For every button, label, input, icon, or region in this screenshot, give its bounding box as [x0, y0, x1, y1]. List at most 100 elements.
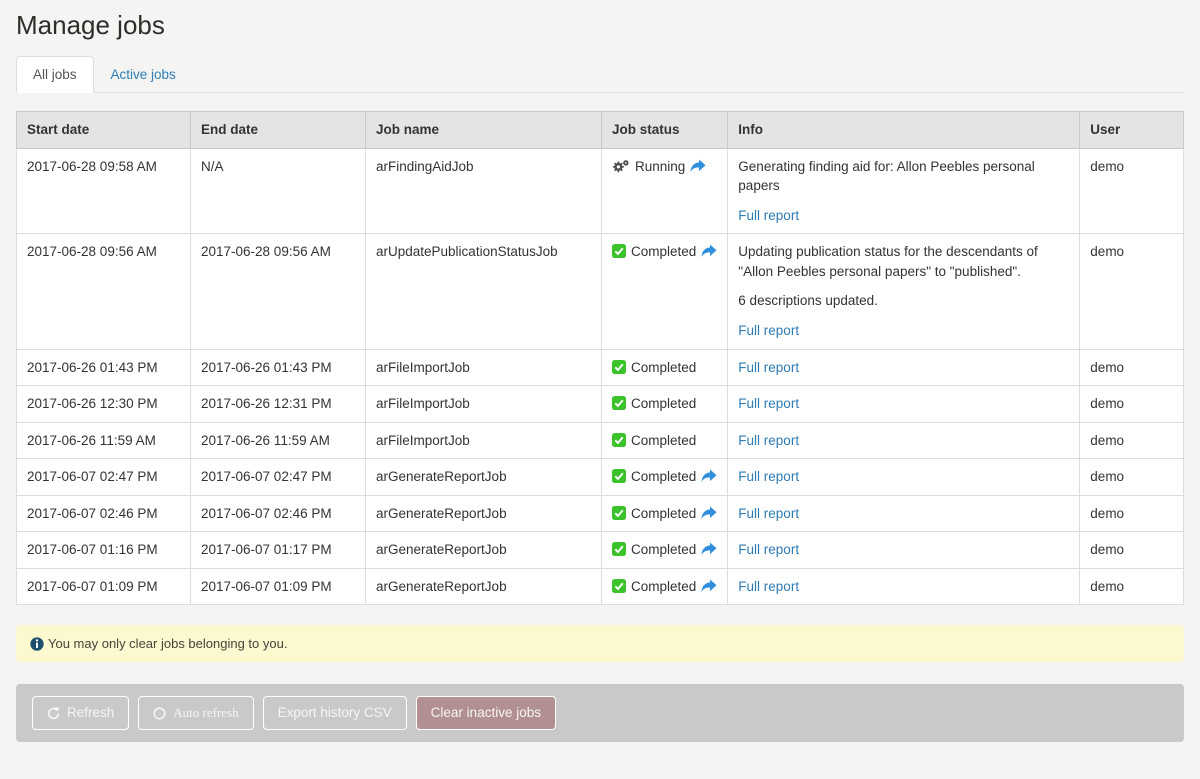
page-title: Manage jobs: [16, 10, 1184, 41]
full-report-link[interactable]: Full report: [738, 206, 799, 226]
table-row: 2017-06-07 02:46 PM2017-06-07 02:46 PMar…: [17, 495, 1184, 532]
cell-job-name: arUpdatePublicationStatusJob: [366, 234, 602, 349]
column-header-end-date: End date: [191, 112, 366, 149]
check-square-icon: [612, 579, 626, 594]
cell-end-date: N/A: [191, 148, 366, 234]
cell-job-name: arGenerateReportJob: [366, 495, 602, 532]
cell-job-status: Running: [602, 148, 728, 234]
column-header-job-name: Job name: [366, 112, 602, 149]
auto-refresh-button-label: Auto refresh: [173, 705, 238, 721]
cell-start-date: 2017-06-26 11:59 AM: [17, 422, 191, 459]
alert-text: You may only clear jobs belonging to you…: [48, 636, 287, 651]
full-report-link[interactable]: Full report: [738, 540, 799, 560]
job-detail-arrow-link[interactable]: [701, 469, 717, 484]
full-report-link[interactable]: Full report: [738, 358, 799, 378]
cell-job-name: arGenerateReportJob: [366, 568, 602, 605]
cell-job-status: Completed: [602, 568, 728, 605]
alert-banner: You may only clear jobs belonging to you…: [16, 625, 1184, 662]
job-detail-arrow-link[interactable]: [701, 506, 717, 521]
refresh-button-label: Refresh: [67, 705, 114, 721]
tab-active-jobs[interactable]: Active jobs: [94, 56, 193, 93]
cell-job-name: arGenerateReportJob: [366, 532, 602, 569]
jobs-table: Start date End date Job name Job status …: [16, 111, 1184, 605]
cell-job-name: arFindingAidJob: [366, 148, 602, 234]
cell-start-date: 2017-06-07 01:09 PM: [17, 568, 191, 605]
cell-info: Full report: [728, 568, 1080, 605]
cell-start-date: 2017-06-26 12:30 PM: [17, 386, 191, 423]
job-detail-arrow-link[interactable]: [690, 159, 706, 174]
check-square-icon: [612, 469, 626, 484]
export-history-csv-label: Export history CSV: [278, 705, 392, 721]
cell-job-name: arFileImportJob: [366, 422, 602, 459]
share-arrow-icon: [701, 244, 717, 259]
cogs-icon: [612, 159, 630, 174]
cell-job-status: Completed: [602, 234, 728, 349]
cell-info: Full report: [728, 459, 1080, 496]
cell-user: demo: [1080, 422, 1184, 459]
cell-info: Full report: [728, 422, 1080, 459]
share-arrow-icon: [701, 469, 717, 484]
cell-user: demo: [1080, 386, 1184, 423]
info-circle-icon: [30, 636, 48, 651]
cell-start-date: 2017-06-26 01:43 PM: [17, 349, 191, 386]
full-report-link[interactable]: Full report: [738, 394, 799, 414]
column-header-user: User: [1080, 112, 1184, 149]
table-row: 2017-06-07 02:47 PM2017-06-07 02:47 PMar…: [17, 459, 1184, 496]
table-header-row: Start date End date Job name Job status …: [17, 112, 1184, 149]
check-square-icon: [612, 433, 626, 448]
cell-end-date: 2017-06-28 09:56 AM: [191, 234, 366, 349]
cell-end-date: 2017-06-26 01:43 PM: [191, 349, 366, 386]
auto-refresh-button[interactable]: Auto refresh: [138, 696, 253, 730]
job-info-text: Generating finding aid for: Allon Peeble…: [738, 157, 1069, 196]
tab-bar: All jobs Active jobs: [16, 56, 1184, 93]
clear-inactive-jobs-button[interactable]: Clear inactive jobs: [416, 696, 556, 730]
job-detail-arrow-link[interactable]: [701, 244, 717, 259]
job-status-label: Completed: [631, 396, 696, 411]
full-report-link[interactable]: Full report: [738, 321, 799, 341]
job-status-label: Completed: [631, 542, 696, 557]
share-arrow-icon: [701, 579, 717, 594]
job-info-text: Updating publication status for the desc…: [738, 242, 1069, 281]
job-status-label: Running: [635, 159, 685, 174]
cell-info: Generating finding aid for: Allon Peeble…: [728, 148, 1080, 234]
table-row: 2017-06-26 11:59 AM2017-06-26 11:59 AMar…: [17, 422, 1184, 459]
job-status-label: Completed: [631, 469, 696, 484]
full-report-link[interactable]: Full report: [738, 504, 799, 524]
job-detail-arrow-link[interactable]: [701, 579, 717, 594]
job-detail-arrow-link[interactable]: [701, 542, 717, 557]
job-status-label: Completed: [631, 244, 696, 259]
check-square-icon: [612, 360, 626, 375]
cell-start-date: 2017-06-07 02:47 PM: [17, 459, 191, 496]
share-arrow-icon: [690, 159, 706, 174]
job-status-label: Completed: [631, 433, 696, 448]
table-row: 2017-06-07 01:09 PM2017-06-07 01:09 PMar…: [17, 568, 1184, 605]
share-arrow-icon: [701, 506, 717, 521]
cell-job-name: arFileImportJob: [366, 386, 602, 423]
full-report-link[interactable]: Full report: [738, 431, 799, 451]
table-row: 2017-06-28 09:56 AM2017-06-28 09:56 AMar…: [17, 234, 1184, 349]
cell-end-date: 2017-06-26 12:31 PM: [191, 386, 366, 423]
jobs-table-body: 2017-06-28 09:58 AMN/AarFindingAidJobRun…: [17, 148, 1184, 605]
cell-user: demo: [1080, 568, 1184, 605]
export-history-csv-button[interactable]: Export history CSV: [263, 696, 407, 730]
check-square-icon: [612, 506, 626, 521]
cell-end-date: 2017-06-07 02:47 PM: [191, 459, 366, 496]
column-header-info: Info: [728, 112, 1080, 149]
full-report-link[interactable]: Full report: [738, 577, 799, 597]
cell-end-date: 2017-06-26 11:59 AM: [191, 422, 366, 459]
tab-all-jobs[interactable]: All jobs: [16, 56, 94, 93]
refresh-icon: [47, 707, 60, 720]
cell-job-status: Completed: [602, 459, 728, 496]
refresh-button[interactable]: Refresh: [32, 696, 129, 730]
job-info-text: 6 descriptions updated.: [738, 291, 1069, 311]
job-status-label: Completed: [631, 506, 696, 521]
share-arrow-icon: [701, 542, 717, 557]
full-report-link[interactable]: Full report: [738, 467, 799, 487]
check-square-icon: [612, 244, 626, 259]
table-row: 2017-06-28 09:58 AMN/AarFindingAidJobRun…: [17, 148, 1184, 234]
column-header-start-date: Start date: [17, 112, 191, 149]
job-status-label: Completed: [631, 360, 696, 375]
cell-user: demo: [1080, 349, 1184, 386]
cell-user: demo: [1080, 148, 1184, 234]
cell-info: Updating publication status for the desc…: [728, 234, 1080, 349]
